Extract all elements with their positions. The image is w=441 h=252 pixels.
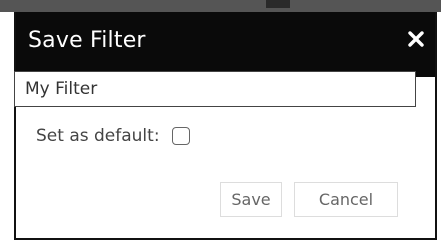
- cancel-button[interactable]: Cancel: [294, 182, 398, 217]
- background-element: [266, 0, 290, 8]
- background-overlay: [0, 0, 441, 12]
- dialog-titlebar: Save Filter: [16, 12, 435, 77]
- set-default-label: Set as default:: [36, 126, 160, 146]
- filter-name-input[interactable]: [14, 71, 416, 107]
- page: Save Filter Set as default: Save Cancel: [0, 0, 441, 252]
- dialog-title: Save Filter: [28, 28, 146, 53]
- close-icon: [408, 31, 424, 47]
- save-button[interactable]: Save: [220, 182, 282, 217]
- default-option-row: Set as default:: [36, 126, 190, 146]
- close-button[interactable]: [403, 26, 429, 52]
- set-default-checkbox[interactable]: [171, 127, 190, 145]
